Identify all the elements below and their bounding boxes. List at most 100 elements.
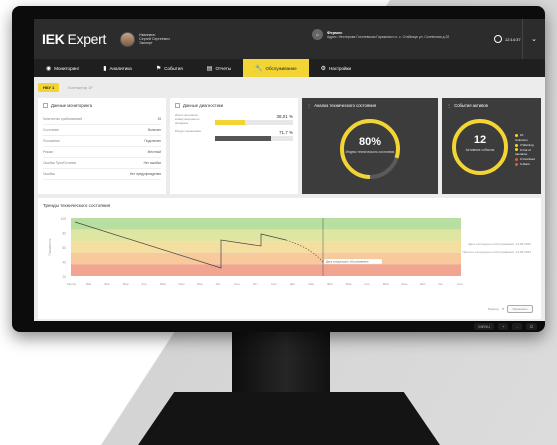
x-tick-label: Май <box>160 282 166 286</box>
filter-icon[interactable]: ▼ <box>502 307 505 311</box>
avatar[interactable] <box>120 31 136 47</box>
flag-icon: ⚑ <box>155 65 162 72</box>
diagnostic-label: Износ контактов коммутационного аппарата <box>175 113 200 125</box>
tab-contactor[interactable]: Контактор 1F <box>63 83 98 92</box>
row-key: Положение <box>43 139 60 143</box>
diagnostic-value: 71,7 % <box>278 129 293 135</box>
legend-dot-icon <box>515 148 518 152</box>
events-title: ⋮ События активов <box>447 103 536 108</box>
legend-label: 3 Warning <box>520 142 534 147</box>
row-value: Нет предупреждения <box>129 172 161 176</box>
period-label: Период <box>487 307 499 311</box>
monitor-stand-base <box>138 392 440 445</box>
legend-dot-icon <box>515 133 518 137</box>
nav-label: События <box>164 65 183 71</box>
trend-zone <box>71 241 461 253</box>
x-tick-label: Ноя <box>271 282 277 286</box>
nav-label: Обслуживание <box>265 65 297 71</box>
diagnostic-label: Ресурс механизма <box>175 128 201 133</box>
events-legend-item: 10 Unknown <box>515 133 536 143</box>
bezel-minus-button[interactable]: - <box>512 323 522 330</box>
tech-state-title: ⋮ Анализ технического состояния <box>307 103 433 108</box>
diagnostics-title-text: Данные диагностики <box>183 103 224 108</box>
wrench-icon: 🔧 <box>255 65 263 72</box>
legend-label: 0 Alarm <box>520 161 531 166</box>
diagnostics-title: Данные диагностики <box>175 103 293 108</box>
station-icon: ⌂ <box>312 29 323 40</box>
clock-icon <box>494 35 502 43</box>
monitoring-row: Ошибка Нет предупреждения <box>43 169 161 180</box>
brand-bold: IEK <box>42 31 65 47</box>
y-axis-label: Показатель <box>48 238 52 255</box>
x-tick-label: Месяц <box>67 282 76 286</box>
trend-chart: 100 80 60 40 20 Показатель Месяц Янв Фев Мар Апр Ма… <box>48 217 463 286</box>
bezel-power-button[interactable]: ⏻ <box>525 323 537 330</box>
user-info: Иванович Сергей Сергеевич Эксперт <box>139 33 169 46</box>
diagnostics-items: Износ контактов коммутационного аппарата… <box>175 113 293 141</box>
monitoring-rows: Количество срабатываний 15 Состояние Включе… <box>43 114 161 180</box>
x-tick-label: Янв <box>86 282 92 286</box>
nav-item-5[interactable]: ⚙ Настройки <box>309 59 363 77</box>
x-tick-label: Июн <box>178 282 184 286</box>
bezel-plus-button[interactable]: + <box>498 323 509 330</box>
nav-item-1[interactable]: ▮ Аналитика <box>91 59 144 77</box>
row-value: Подключен <box>144 139 161 143</box>
x-tick-label: Авг <box>438 282 443 286</box>
row-value: Включен <box>148 128 161 132</box>
monitoring-title-text: Данные мониторинга <box>51 103 93 108</box>
topbar: IEK Expert Иванович Сергей Сергеевич Экс… <box>34 19 545 59</box>
x-tick-label: Окт <box>253 282 259 286</box>
nav-label: Мониторинг <box>54 65 80 71</box>
diagnostic-bar-fill <box>215 120 245 125</box>
nav-item-4[interactable]: 🔧 Обслуживание <box>243 59 309 77</box>
x-tick-label: Фев <box>104 282 110 286</box>
station-address: Адрес: Нестерова Гоголевская Гаражная п.… <box>327 35 450 39</box>
x-tick-label: Янв <box>308 282 314 286</box>
nav-item-3[interactable]: ▤ Отчеты <box>195 59 243 77</box>
x-tick-label: Май <box>383 282 389 286</box>
events-text: 12 Активные события <box>447 134 513 152</box>
chevron-down-icon[interactable]: ⌄ <box>522 19 545 59</box>
brand-logo[interactable]: IEK Expert <box>42 31 106 47</box>
y-tick-label: 100 <box>61 217 67 221</box>
trend-zone <box>71 218 461 230</box>
x-tick-label: Мар <box>346 282 352 286</box>
tech-state-card: ⋮ Анализ технического состояния 80% Инде… <box>302 98 438 194</box>
bezel-controls: MENU + - ⏻ <box>474 323 537 330</box>
diagnostic-value: 38,01 % <box>276 114 293 119</box>
trend-zone <box>71 264 461 276</box>
station-info[interactable]: ⌂ Фермес Адрес: Нестерова Гоголевская Га… <box>312 29 449 40</box>
nav-item-2[interactable]: ⚑ События <box>144 59 195 77</box>
nav-label: Отчеты <box>215 65 232 71</box>
apply-button[interactable]: Применить <box>507 305 533 313</box>
events-card: ⋮ События активов 12 Активные события 10… <box>442 98 541 194</box>
tab-nku1[interactable]: НКУ 1 <box>38 83 60 92</box>
bars-icon: ▮ <box>103 65 107 72</box>
nav-item-0[interactable]: ◉ Мониторинг <box>34 59 91 77</box>
monitoring-row: Режим Местный <box>43 147 161 158</box>
x-tick-label: Фев <box>327 282 333 286</box>
events-legend-item: 0 Out of tolerance <box>515 148 536 158</box>
y-tick-label: 40 <box>62 261 66 265</box>
bezel-menu-button[interactable]: MENU <box>474 323 495 330</box>
x-tick-label: Авг <box>216 282 221 286</box>
gear-icon: ⚙ <box>320 65 326 72</box>
asset-tabs: НКУ 1 Контактор 1F <box>38 83 541 92</box>
row-key: Ошибка Пуск/Останов <box>43 161 76 165</box>
trend-legend-next: Прогноз следующего обслуживания: 11.08.2… <box>462 250 531 254</box>
document-icon: ▤ <box>206 65 213 72</box>
x-tick-label: Июн <box>401 282 407 286</box>
events-legend-item: 0 Alarm <box>515 162 536 167</box>
y-tick-label: 20 <box>62 275 66 279</box>
diagnostic-right: 38,01 % <box>215 114 293 126</box>
y-tick-label: 80 <box>62 232 66 236</box>
gauge-text: 80% Индекс технического состояния <box>335 136 405 154</box>
events-count: 12 <box>473 134 487 146</box>
main-nav: ◉ Мониторинг ▮ Аналитика ⚑ События ▤ Отчеты 🔧 Обс… <box>34 59 545 77</box>
diagnostics-card: Данные диагностики Износ контактов комму… <box>170 98 298 194</box>
card-marker-icon <box>175 103 180 108</box>
card-marker-icon <box>43 103 48 108</box>
gauge-label: Индекс технического состояния <box>345 150 395 154</box>
gauge-value: 80% <box>358 136 382 148</box>
screen: IEK Expert Иванович Сергей Сергеевич Экс… <box>34 19 545 321</box>
